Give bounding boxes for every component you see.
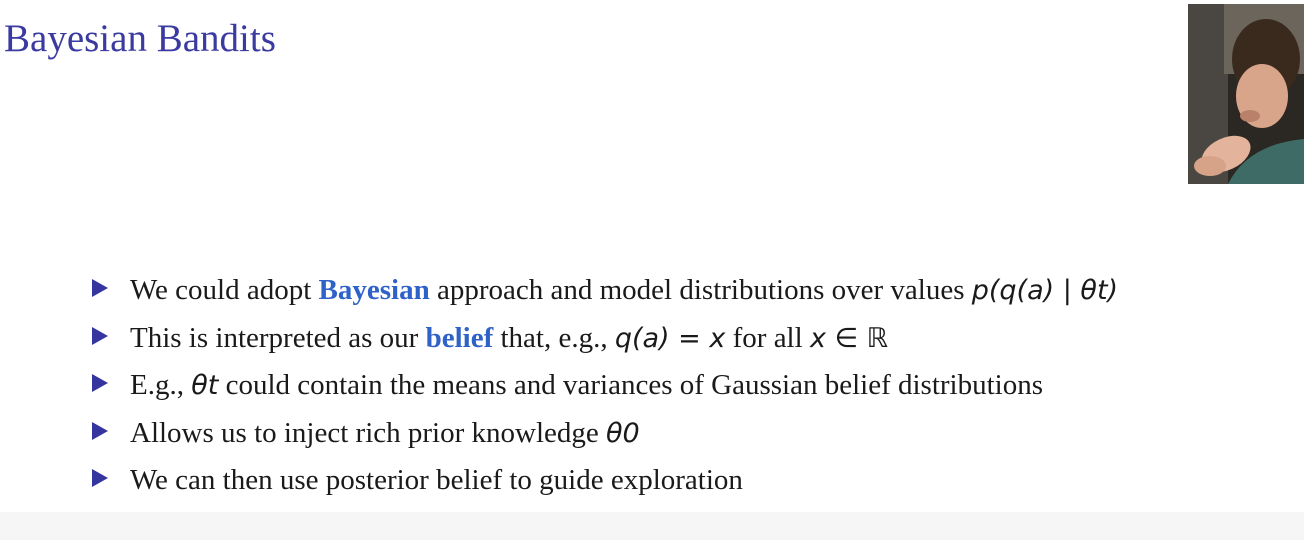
bullet-list: We could adopt Bayesian approach and mod… xyxy=(92,268,1118,506)
bullet-text: could contain the means and variances of… xyxy=(218,369,1043,401)
slide-footer-band xyxy=(0,512,1304,540)
bullet-text: Allows us to inject rich prior knowledge xyxy=(130,416,606,449)
bullet-text: for all xyxy=(725,321,810,354)
bullet-item: We could adopt Bayesian approach and mod… xyxy=(92,268,1118,316)
bullet-text: approach and model distributions over va… xyxy=(429,274,972,306)
bullet-item: This is interpreted as our belief that, … xyxy=(92,316,1118,364)
bullet-math: q(a) = x xyxy=(614,322,726,354)
presenter-video-frame xyxy=(1188,4,1304,184)
bullet-item: We can then use posterior belief to guid… xyxy=(92,458,1118,506)
bullet-item: Allows us to inject rich prior knowledge… xyxy=(92,411,1118,459)
bullet-highlight: Bayesian xyxy=(318,274,430,306)
triangle-right-icon xyxy=(92,279,108,297)
bullet-highlight: belief xyxy=(425,321,494,354)
slide: Bayesian Bandits We could adopt Bayesian… xyxy=(0,0,1304,540)
bullet-text: E.g., xyxy=(130,369,192,401)
bullet-math: p(q(a) | θt) xyxy=(971,275,1119,306)
triangle-right-icon xyxy=(92,326,108,345)
triangle-right-icon xyxy=(92,469,108,487)
bullet-math: x ∈ ℝ xyxy=(809,322,888,354)
bullet-text: that, e.g., xyxy=(493,321,615,354)
bullet-math: θt xyxy=(191,370,219,401)
bullet-text: We can then use posterior belief to guid… xyxy=(130,464,743,496)
triangle-right-icon xyxy=(92,421,108,440)
webcam-thumbnail xyxy=(1188,4,1304,184)
bullet-text: This is interpreted as our xyxy=(130,321,426,354)
bullet-text: We could adopt xyxy=(130,274,319,306)
slide-title: Bayesian Bandits xyxy=(4,17,276,60)
bullet-math: θ0 xyxy=(606,417,640,449)
triangle-right-icon xyxy=(92,374,108,392)
bullet-item: E.g., θt could contain the means and var… xyxy=(92,363,1118,411)
